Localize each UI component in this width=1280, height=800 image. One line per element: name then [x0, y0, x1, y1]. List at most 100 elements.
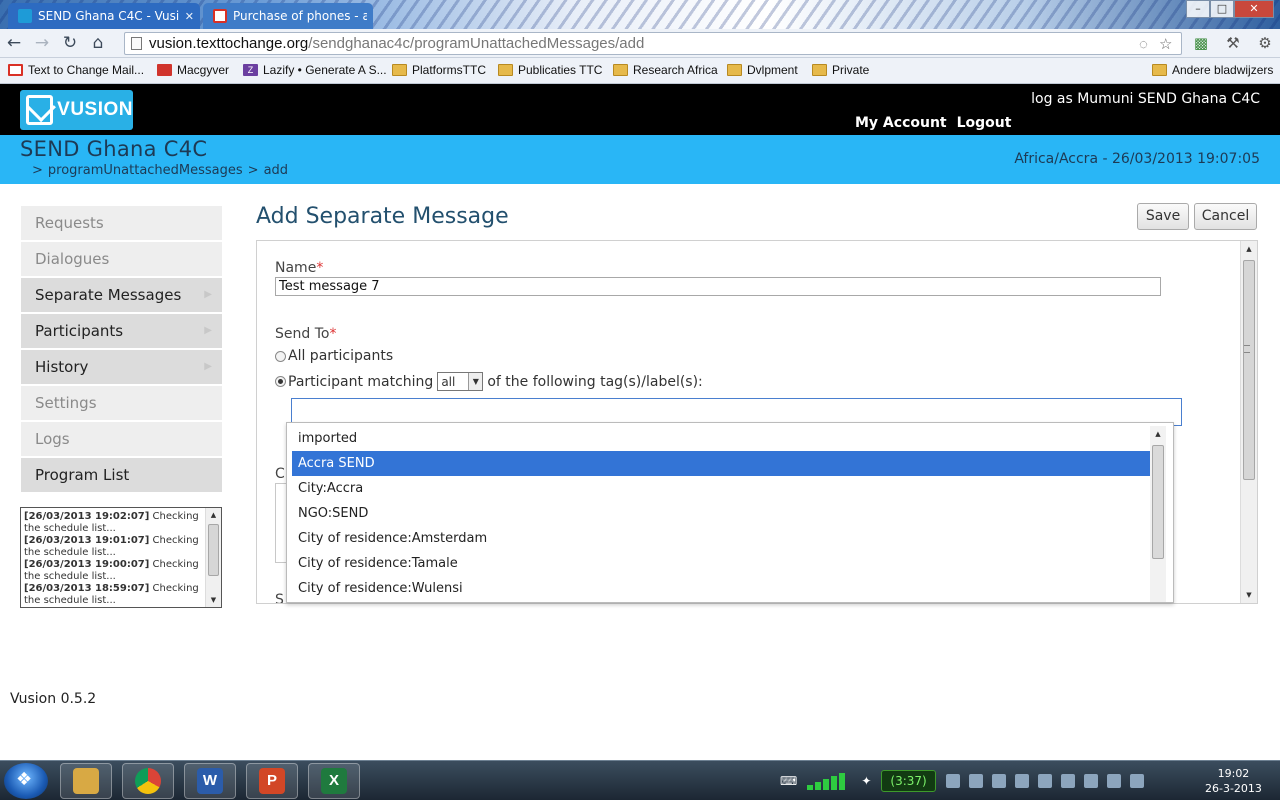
reload-icon[interactable]: ↻: [56, 31, 84, 55]
radio-button[interactable]: [275, 350, 286, 362]
extension-icon[interactable]: ⚒: [1222, 32, 1244, 54]
back-icon[interactable]: ←: [0, 31, 28, 55]
battery-indicator[interactable]: (3:37): [881, 770, 936, 792]
system-clock[interactable]: 19:02 26-3-2013: [1205, 766, 1262, 796]
taskbar-app[interactable]: [60, 763, 112, 799]
radio-button-selected[interactable]: [275, 376, 286, 387]
bookmark-item[interactable]: Publicaties TTC: [498, 63, 602, 77]
chevron-right-icon: ▶: [204, 361, 212, 372]
scroll-down-icon[interactable]: ▼: [206, 593, 221, 607]
bookmark-star-icon[interactable]: ☆: [1159, 34, 1172, 55]
browser-tab[interactable]: Purchase of phones - asw: [203, 3, 373, 29]
keyboard-icon[interactable]: ⌨: [780, 774, 797, 788]
action-center-icon[interactable]: [1060, 774, 1075, 788]
sidebar-item-label: Logs: [35, 430, 70, 448]
schedule-label: S: [275, 592, 284, 604]
sidebar-item-requests[interactable]: Requests: [21, 206, 222, 240]
bookmark-item[interactable]: Research Africa: [613, 63, 718, 77]
required-mark: *: [316, 260, 324, 276]
bookmarks-bar: Text to Change Mail... Macgyver Z Lazify…: [0, 58, 1280, 84]
signal-strength-icon[interactable]: [807, 772, 851, 790]
battery-icon[interactable]: [1037, 774, 1052, 788]
log-scrollbar[interactable]: ▲ ▼: [205, 508, 221, 607]
taskbar-app[interactable]: [122, 763, 174, 799]
sidebar-item-logs[interactable]: Logs: [21, 422, 222, 456]
scroll-down-icon[interactable]: ▼: [1241, 587, 1257, 603]
my-account-link[interactable]: My Account: [855, 115, 947, 131]
bookmark-item[interactable]: Z Lazify • Generate A S...: [243, 63, 387, 77]
suggestion-item[interactable]: City of residence:Tamale: [292, 551, 1150, 576]
send-to-label-text: Send To: [275, 326, 330, 342]
taskbar-app[interactable]: W: [184, 763, 236, 799]
dropdown-scrollbar[interactable]: ▲: [1150, 426, 1166, 602]
network-icon[interactable]: [991, 774, 1006, 788]
address-bar[interactable]: vusion.texttochange.org/sendghanac4c/pro…: [124, 32, 1182, 55]
dropbox-icon[interactable]: [1129, 774, 1144, 788]
folder-icon: [498, 64, 513, 76]
save-button[interactable]: Save: [1137, 203, 1189, 230]
close-tab-icon[interactable]: ✕: [185, 10, 194, 23]
sidebar-item-separate-messages[interactable]: Separate Messages ▶: [21, 278, 222, 312]
security-icon[interactable]: [968, 774, 983, 788]
volume-mute-icon[interactable]: [1106, 774, 1121, 788]
bookmark-item[interactable]: Dvlpment: [727, 63, 798, 77]
radio-all-participants[interactable]: All participants: [275, 348, 393, 364]
start-button[interactable]: [4, 763, 48, 799]
scroll-thumb[interactable]: [208, 524, 219, 576]
wrench-menu-icon[interactable]: ⚙: [1254, 32, 1276, 54]
match-mode-select[interactable]: all ▼: [437, 372, 484, 391]
close-window-icon[interactable]: ✕: [1234, 0, 1274, 18]
extension-icon[interactable]: ▩: [1190, 32, 1212, 54]
bookmark-label: Andere bladwijzers: [1172, 63, 1274, 77]
system-tray: ⌨ ✦ (3:37): [780, 767, 1144, 795]
scroll-up-icon[interactable]: ▲: [1150, 426, 1166, 442]
home-icon[interactable]: ⌂: [84, 31, 112, 55]
suggestion-item[interactable]: NGO:SEND: [292, 501, 1150, 526]
form-scrollbar[interactable]: ▲ ▼: [1240, 241, 1257, 603]
log-time: [26/03/2013 19:02:07]: [24, 511, 150, 522]
browser-tab-active[interactable]: SEND Ghana C4C - Vusion ✕: [8, 3, 200, 29]
bulb-icon[interactable]: ◌: [1139, 34, 1148, 55]
cancel-button[interactable]: Cancel: [1194, 203, 1257, 230]
sidebar-item-program-list[interactable]: Program List: [21, 458, 222, 492]
minimize-icon[interactable]: –: [1186, 0, 1210, 18]
tray-chevron-icon[interactable]: [945, 774, 960, 788]
name-input[interactable]: Test message 7: [275, 277, 1161, 296]
scroll-thumb[interactable]: [1243, 260, 1255, 480]
antenna-icon[interactable]: ✦: [861, 774, 871, 788]
sidebar-item-settings[interactable]: Settings: [21, 386, 222, 420]
suggestion-item[interactable]: City:Accra: [292, 476, 1150, 501]
vusion-logo-icon: [26, 95, 54, 125]
sidebar-item-participants[interactable]: Participants ▶: [21, 314, 222, 348]
clock-time: 19:02: [1217, 767, 1250, 780]
scroll-up-icon[interactable]: ▲: [206, 508, 221, 522]
wifi-icon[interactable]: [1083, 774, 1098, 788]
breadcrumb-item[interactable]: programUnattachedMessages: [48, 163, 243, 178]
suggestion-item[interactable]: City of residence:Amsterdam: [292, 526, 1150, 551]
tag-suggestion-dropdown: imported Accra SEND City:Accra NGO:SEND …: [286, 422, 1174, 603]
suggestion-item-highlighted[interactable]: Accra SEND: [292, 451, 1150, 476]
bookmark-item[interactable]: Macgyver: [157, 63, 229, 77]
sidebar-item-label: Program List: [35, 466, 130, 484]
flag-icon[interactable]: [1014, 774, 1029, 788]
bookmark-item[interactable]: Private: [812, 63, 869, 77]
taskbar-app[interactable]: P: [246, 763, 298, 799]
taskbar-app[interactable]: X: [308, 763, 360, 799]
forward-icon[interactable]: →: [28, 31, 56, 55]
radio-participant-matching[interactable]: Participant matching all ▼ of the follow…: [275, 372, 703, 391]
excel-icon: X: [321, 768, 347, 794]
vusion-logo[interactable]: VUSION: [20, 90, 133, 130]
sidebar-item-dialogues[interactable]: Dialogues: [21, 242, 222, 276]
logout-link[interactable]: Logout: [957, 115, 1012, 131]
suggestion-item[interactable]: imported: [292, 426, 1150, 451]
bookmark-item[interactable]: Text to Change Mail...: [8, 63, 144, 77]
suggestion-item[interactable]: City of residence:Wulensi: [292, 576, 1150, 601]
other-bookmarks[interactable]: Andere bladwijzers: [1152, 63, 1273, 77]
log-panel[interactable]: [26/03/2013 19:02:07] Checking the sched…: [20, 507, 222, 608]
scroll-up-icon[interactable]: ▲: [1241, 241, 1257, 257]
chevron-down-icon[interactable]: ▼: [468, 373, 483, 390]
maximize-icon[interactable]: □: [1210, 0, 1234, 18]
bookmark-item[interactable]: PlatformsTTC: [392, 63, 486, 77]
scroll-thumb[interactable]: [1152, 445, 1164, 559]
sidebar-item-history[interactable]: History ▶: [21, 350, 222, 384]
